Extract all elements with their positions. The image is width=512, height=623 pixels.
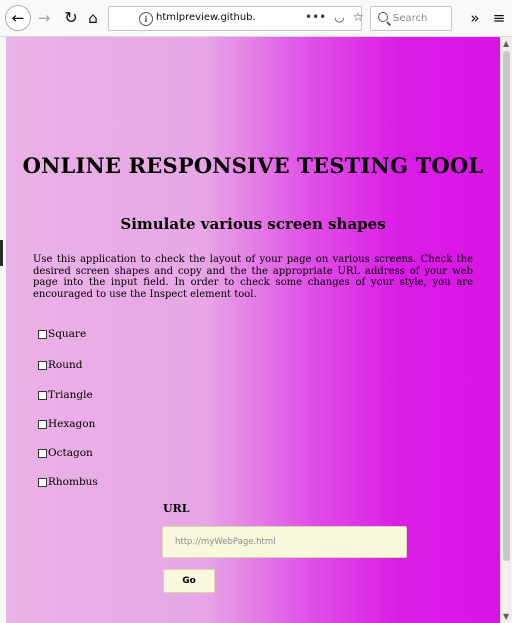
pocket-icon[interactable]: ◡ bbox=[334, 10, 344, 24]
back-icon[interactable]: ← bbox=[5, 5, 31, 31]
url-input-placeholder: http://myWebPage.html bbox=[175, 537, 276, 547]
url-label: URL bbox=[163, 502, 190, 515]
search-bar[interactable]: Search bbox=[370, 6, 452, 31]
hexagon-label: Hexagon bbox=[48, 418, 96, 430]
search-placeholder: Search bbox=[393, 13, 428, 24]
reload-icon[interactable]: ↻ bbox=[60, 7, 82, 29]
info-icon[interactable]: i bbox=[139, 12, 153, 26]
octagon-label: Octagon bbox=[48, 447, 93, 459]
scrollbar-thumb[interactable] bbox=[503, 51, 510, 561]
octagon-checkbox[interactable] bbox=[38, 448, 47, 458]
shape-option-octagon[interactable]: Octagon bbox=[38, 446, 93, 460]
address-text[interactable]: htmlpreview.github.io/? bbox=[156, 12, 256, 23]
triangle-label: Triangle bbox=[48, 389, 93, 401]
browser-toolbar: ← → ↻ ⌂ i htmlpreview.github.io/? ••• ◡ … bbox=[0, 0, 512, 37]
page-title: ONLINE RESPONSIVE TESTING TOOL bbox=[22, 153, 484, 178]
overflow-menu-icon[interactable]: » bbox=[464, 7, 486, 29]
address-bar[interactable]: i htmlpreview.github.io/? ••• ◡ ☆ bbox=[108, 6, 364, 31]
home-icon[interactable]: ⌂ bbox=[82, 7, 104, 29]
square-label: Square bbox=[48, 328, 87, 340]
scroll-down-icon[interactable]: ▼ bbox=[503, 612, 509, 621]
round-label: Round bbox=[48, 359, 83, 371]
shape-option-round[interactable]: Round bbox=[38, 358, 82, 372]
address-host: htmlpreview.github.io/ bbox=[156, 12, 256, 23]
round-checkbox[interactable] bbox=[38, 360, 47, 370]
page-subtitle: Simulate various screen shapes bbox=[120, 215, 386, 233]
shape-option-square[interactable]: Square bbox=[38, 327, 86, 341]
search-icon bbox=[378, 12, 388, 22]
square-checkbox[interactable] bbox=[38, 329, 47, 339]
vertical-scrollbar[interactable]: ▲ ▼ bbox=[500, 37, 512, 623]
scroll-up-icon[interactable]: ▲ bbox=[503, 39, 509, 48]
shape-option-triangle[interactable]: Triangle bbox=[38, 388, 93, 402]
bookmark-icon[interactable]: ☆ bbox=[353, 10, 364, 24]
page-actions-icon[interactable]: ••• bbox=[305, 10, 326, 24]
shape-option-rhombus[interactable]: Rhombus bbox=[38, 475, 98, 489]
page-viewport: ONLINE RESPONSIVE TESTING TOOL Simulate … bbox=[0, 37, 512, 623]
page-description: Use this application to check the layout… bbox=[33, 254, 473, 300]
page-content: ONLINE RESPONSIVE TESTING TOOL Simulate … bbox=[6, 37, 500, 623]
hamburger-menu-icon[interactable]: ≡ bbox=[488, 7, 510, 29]
hexagon-checkbox[interactable] bbox=[38, 419, 47, 429]
rhombus-checkbox[interactable] bbox=[38, 477, 47, 487]
go-button[interactable]: Go bbox=[163, 569, 215, 593]
window-edge-marker bbox=[0, 240, 3, 266]
shape-option-hexagon[interactable]: Hexagon bbox=[38, 417, 95, 431]
forward-icon[interactable]: → bbox=[33, 7, 55, 29]
triangle-checkbox[interactable] bbox=[38, 390, 47, 400]
url-input[interactable]: http://myWebPage.html bbox=[162, 526, 407, 558]
rhombus-label: Rhombus bbox=[48, 476, 98, 488]
